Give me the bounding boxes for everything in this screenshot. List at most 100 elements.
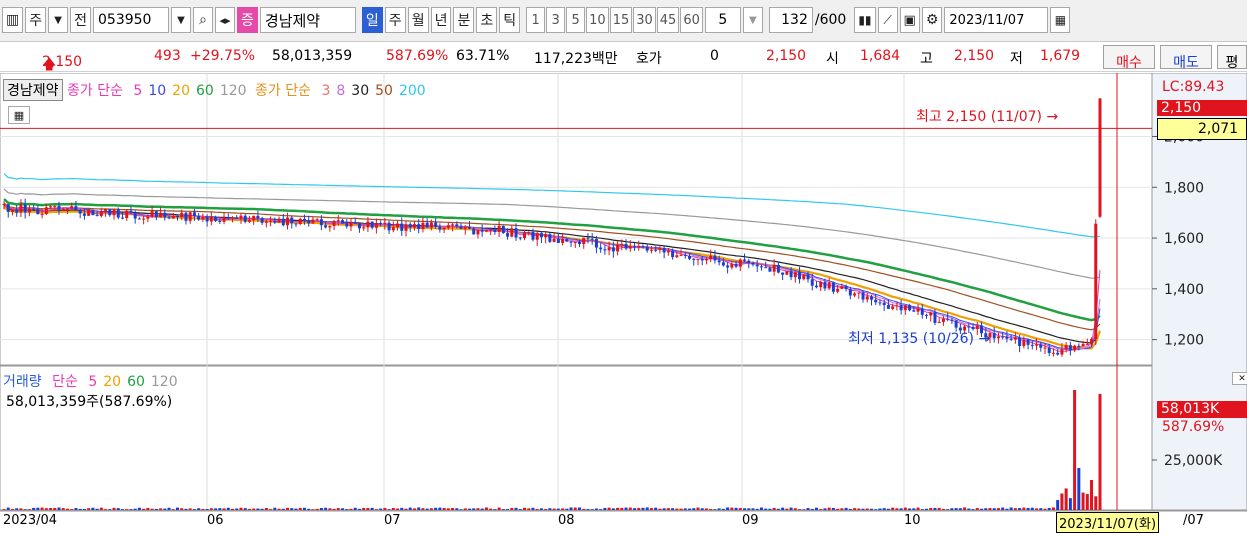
tab-period-2[interactable]: 월 [407,7,429,33]
minute-option-45[interactable]: 45 [656,7,680,33]
code-input[interactable]: 053950 [93,7,170,33]
chevron-down-icon[interactable]: ▼ [48,7,69,33]
volume-bar [273,507,277,510]
high-value: 2,150 [954,48,995,64]
candle-body [925,314,929,316]
period-tabs: 일주월년분초틱 [361,7,521,33]
extra-button[interactable]: 평 [1217,45,1247,71]
volume-bar [518,509,522,510]
volume-bar [869,508,873,510]
volume-bar [882,508,886,510]
buy-button[interactable]: 매수 [1103,45,1155,71]
price-tag: 2,150 [1157,100,1247,116]
volume-bar [1098,393,1102,510]
minute-option-15[interactable]: 15 [609,7,633,33]
minute-option-60[interactable]: 60 [680,7,703,33]
x-tick-label: 09 [742,513,759,528]
volume-bar [713,509,717,510]
candle-body [929,312,933,316]
change-pct: +29.75% [190,48,256,64]
candle-body [417,224,421,230]
count-input[interactable]: 5 [704,7,741,33]
type-select[interactable]: 주 [25,7,47,33]
candle-body [387,222,391,231]
extra-label: 평 [1225,55,1239,71]
minute-option-10[interactable]: 10 [586,7,609,33]
count-dropdown-icon[interactable]: ▼ [742,7,763,33]
volume-bar [425,508,429,510]
volume-bar [1018,508,1022,510]
volume-bar [133,508,137,510]
candle-body [908,305,912,311]
high-annotation: 최고 2,150 (11/07) → [916,106,1058,126]
trend-line-icon[interactable]: ⟋ [877,7,898,33]
candle-body [298,218,302,225]
legend-stock-name[interactable]: 경남제약 [3,79,63,101]
window-icon[interactable]: ▥ [2,7,24,33]
volume-period-120: 120 [150,374,178,390]
tab-period-0[interactable]: 일 [361,7,383,33]
candle-body [1056,352,1060,355]
volume-bar [1068,498,1072,510]
volume-bar [463,508,467,510]
jeon-button[interactable]: 전 [70,7,92,33]
calendar-icon[interactable]: ▦ [1050,7,1071,33]
candle-body [556,238,560,243]
volume-bar [552,508,556,510]
candle-body [116,209,120,218]
candle-body [603,249,607,251]
tab-period-4[interactable]: 분 [453,7,475,33]
minute-option-5[interactable]: 5 [566,7,586,33]
volume-bar [146,507,150,510]
close-icon[interactable]: ✕ [1232,372,1247,385]
candle-body [734,263,738,267]
volume-bar [222,508,226,510]
candle-body [302,218,306,221]
volume-bar [1013,508,1017,510]
volume-bar [620,507,624,510]
x-tick-label: 07 [384,513,401,528]
volume-bar [1026,507,1030,510]
stock-name-field[interactable]: 경남제약 [259,7,356,33]
chart-svg[interactable]: 1,2001,4001,6001,8002,00025,000K [0,73,1247,532]
tab-period-3[interactable]: 년 [430,7,452,33]
volume-bar [341,508,345,510]
candle-type-icon[interactable]: ▮▮ [854,7,876,33]
gear-icon[interactable]: ⚙ [921,7,943,33]
chart-area[interactable]: 1,2001,4001,6001,8002,00025,000K 경남제약 종가… [0,73,1247,533]
tab-period-1[interactable]: 주 [384,7,406,33]
volume-bar [1094,496,1098,510]
volume-bar [32,507,36,510]
toolbar: ▥ 주 ▼ 전 053950 ▼ ⌕ ◂▸ 증 경남제약 일주월년분초틱 135… [0,0,1247,42]
volume-bar [307,508,311,510]
volume-bar [357,508,361,510]
x-tick-label: 06 [207,513,224,528]
volume-bar [819,509,823,510]
tab-period-6[interactable]: 틱 [499,7,521,33]
candle-body [357,223,361,229]
minute-option-30[interactable]: 30 [633,7,656,33]
sell-button[interactable]: 매도 [1160,45,1212,71]
candle-body [996,336,1000,339]
code-dropdown-icon[interactable]: ▼ [171,7,192,33]
volume-bar [738,508,742,510]
candle-body [269,221,273,223]
candle-body [53,205,57,207]
minute-option-3[interactable]: 3 [546,7,566,33]
volume-bar [1001,507,1005,510]
volume-period-5: 5 [88,374,98,390]
grid-icon[interactable]: ▦ [8,106,30,124]
tab-period-5[interactable]: 초 [476,7,498,33]
arrows-icon[interactable]: ◂▸ [215,7,236,33]
save-icon[interactable]: ▣ [899,7,920,33]
minute-option-1[interactable]: 1 [526,7,546,33]
page-input[interactable]: 132 [768,7,813,33]
candle-body [840,286,844,289]
candle-body [112,209,116,216]
volume-bar [40,507,44,510]
volume-bar [649,508,653,510]
candle-body [611,247,615,252]
date-input[interactable]: 2023/11/07 [944,7,1049,33]
search-icon[interactable]: ⌕ [193,7,214,33]
candle-body [120,217,124,219]
